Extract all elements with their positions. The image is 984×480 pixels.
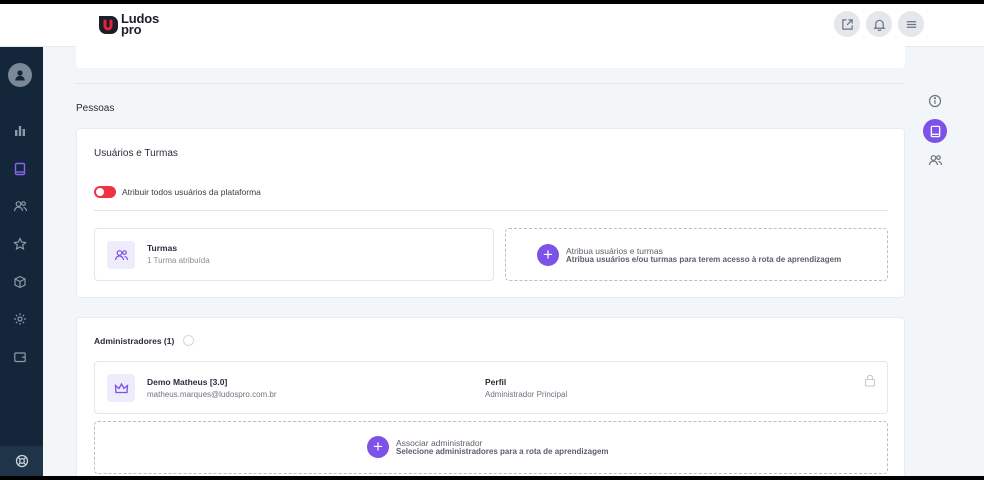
assign-users-dropzone[interactable]: + Atribua usuários e turmas Atribua usuá… (505, 228, 888, 281)
admin-name: Demo Matheus [3.0] (147, 377, 228, 387)
book-icon (14, 162, 26, 176)
previous-section-card (76, 44, 905, 68)
logo-text: Ludos pro (121, 12, 159, 36)
section-title: Pessoas (76, 103, 115, 114)
admin-profile-label: Perfil (485, 377, 507, 387)
hamburger-menu-icon (906, 20, 916, 28)
section-divider (76, 83, 905, 84)
sidebar-help-button[interactable] (0, 446, 43, 476)
cube-icon (14, 275, 26, 289)
lock-icon (864, 374, 876, 387)
top-bar: Ludos pro (0, 4, 984, 47)
app-frame: Ludos pro Pessoas Usuários e Turmas Atri… (0, 4, 984, 476)
sidebar-item-wallet[interactable] (10, 347, 30, 367)
classes-icon-tile (107, 241, 135, 269)
assign-all-users-toggle[interactable] (94, 186, 116, 198)
users-card-divider (94, 210, 888, 211)
rail-book-button[interactable] (923, 119, 947, 143)
associate-admin-subtitle: Selecione administradores para a rota de… (396, 447, 609, 456)
users-icon (114, 250, 128, 261)
info-icon (928, 94, 942, 108)
classes-title: Turmas (147, 243, 178, 253)
bell-icon (872, 19, 886, 31)
classes-count: 1 Turma atribuída (147, 256, 210, 265)
sidebar-item-content[interactable] (10, 272, 30, 292)
help-lifebuoy-icon (15, 454, 28, 468)
users-card-title: Usuários e Turmas (94, 148, 178, 159)
sidebar-item-learning-paths[interactable] (10, 159, 30, 179)
external-link-button[interactable] (834, 11, 860, 37)
wallet-icon (14, 352, 26, 363)
plus-icon: + (367, 436, 389, 458)
notifications-button[interactable] (866, 11, 892, 37)
sidebar-item-reports[interactable] (10, 121, 30, 141)
assign-all-users-label: Atribuir todos usuários da plataforma (122, 187, 261, 197)
star-icon (13, 237, 27, 251)
rail-info-button[interactable] (923, 89, 947, 113)
toggle-knob (96, 188, 104, 196)
user-avatar[interactable] (8, 63, 32, 87)
user-avatar-icon (15, 70, 25, 81)
sidebar-item-settings[interactable] (10, 309, 30, 329)
admin-row[interactable]: Demo Matheus [3.0] matheus.marques@ludos… (94, 361, 888, 414)
sidebar-item-users[interactable] (10, 196, 30, 216)
admin-email: matheus.marques@ludospro.com.br (147, 390, 277, 399)
users-icon (928, 155, 942, 166)
left-sidebar (0, 47, 43, 476)
bar-chart-icon (15, 126, 25, 136)
admin-icon-tile (107, 374, 135, 402)
plus-icon: + (537, 244, 559, 266)
menu-button[interactable] (898, 11, 924, 37)
ludos-pro-logo[interactable]: Ludos pro (97, 11, 167, 39)
top-actions (834, 11, 924, 37)
users-icon (13, 201, 27, 212)
classes-tile[interactable]: Turmas 1 Turma atribuída (94, 228, 494, 281)
sidebar-item-favorites[interactable] (10, 234, 30, 254)
rail-people-button[interactable] (923, 148, 947, 172)
logo-mark-icon (99, 16, 118, 34)
associate-admin-dropzone[interactable]: + Associar administrador Selecione admin… (94, 421, 888, 474)
assign-users-subtitle: Atribua usuários e/ou turmas para terem … (566, 255, 842, 264)
admins-info-icon[interactable] (183, 335, 194, 346)
admin-profile-value: Administrador Principal (485, 390, 568, 399)
gear-icon (14, 313, 26, 325)
book-icon (930, 125, 940, 137)
crown-icon (114, 382, 128, 393)
external-link-icon (841, 18, 853, 30)
administrators-title: Administradores (1) (94, 336, 175, 346)
